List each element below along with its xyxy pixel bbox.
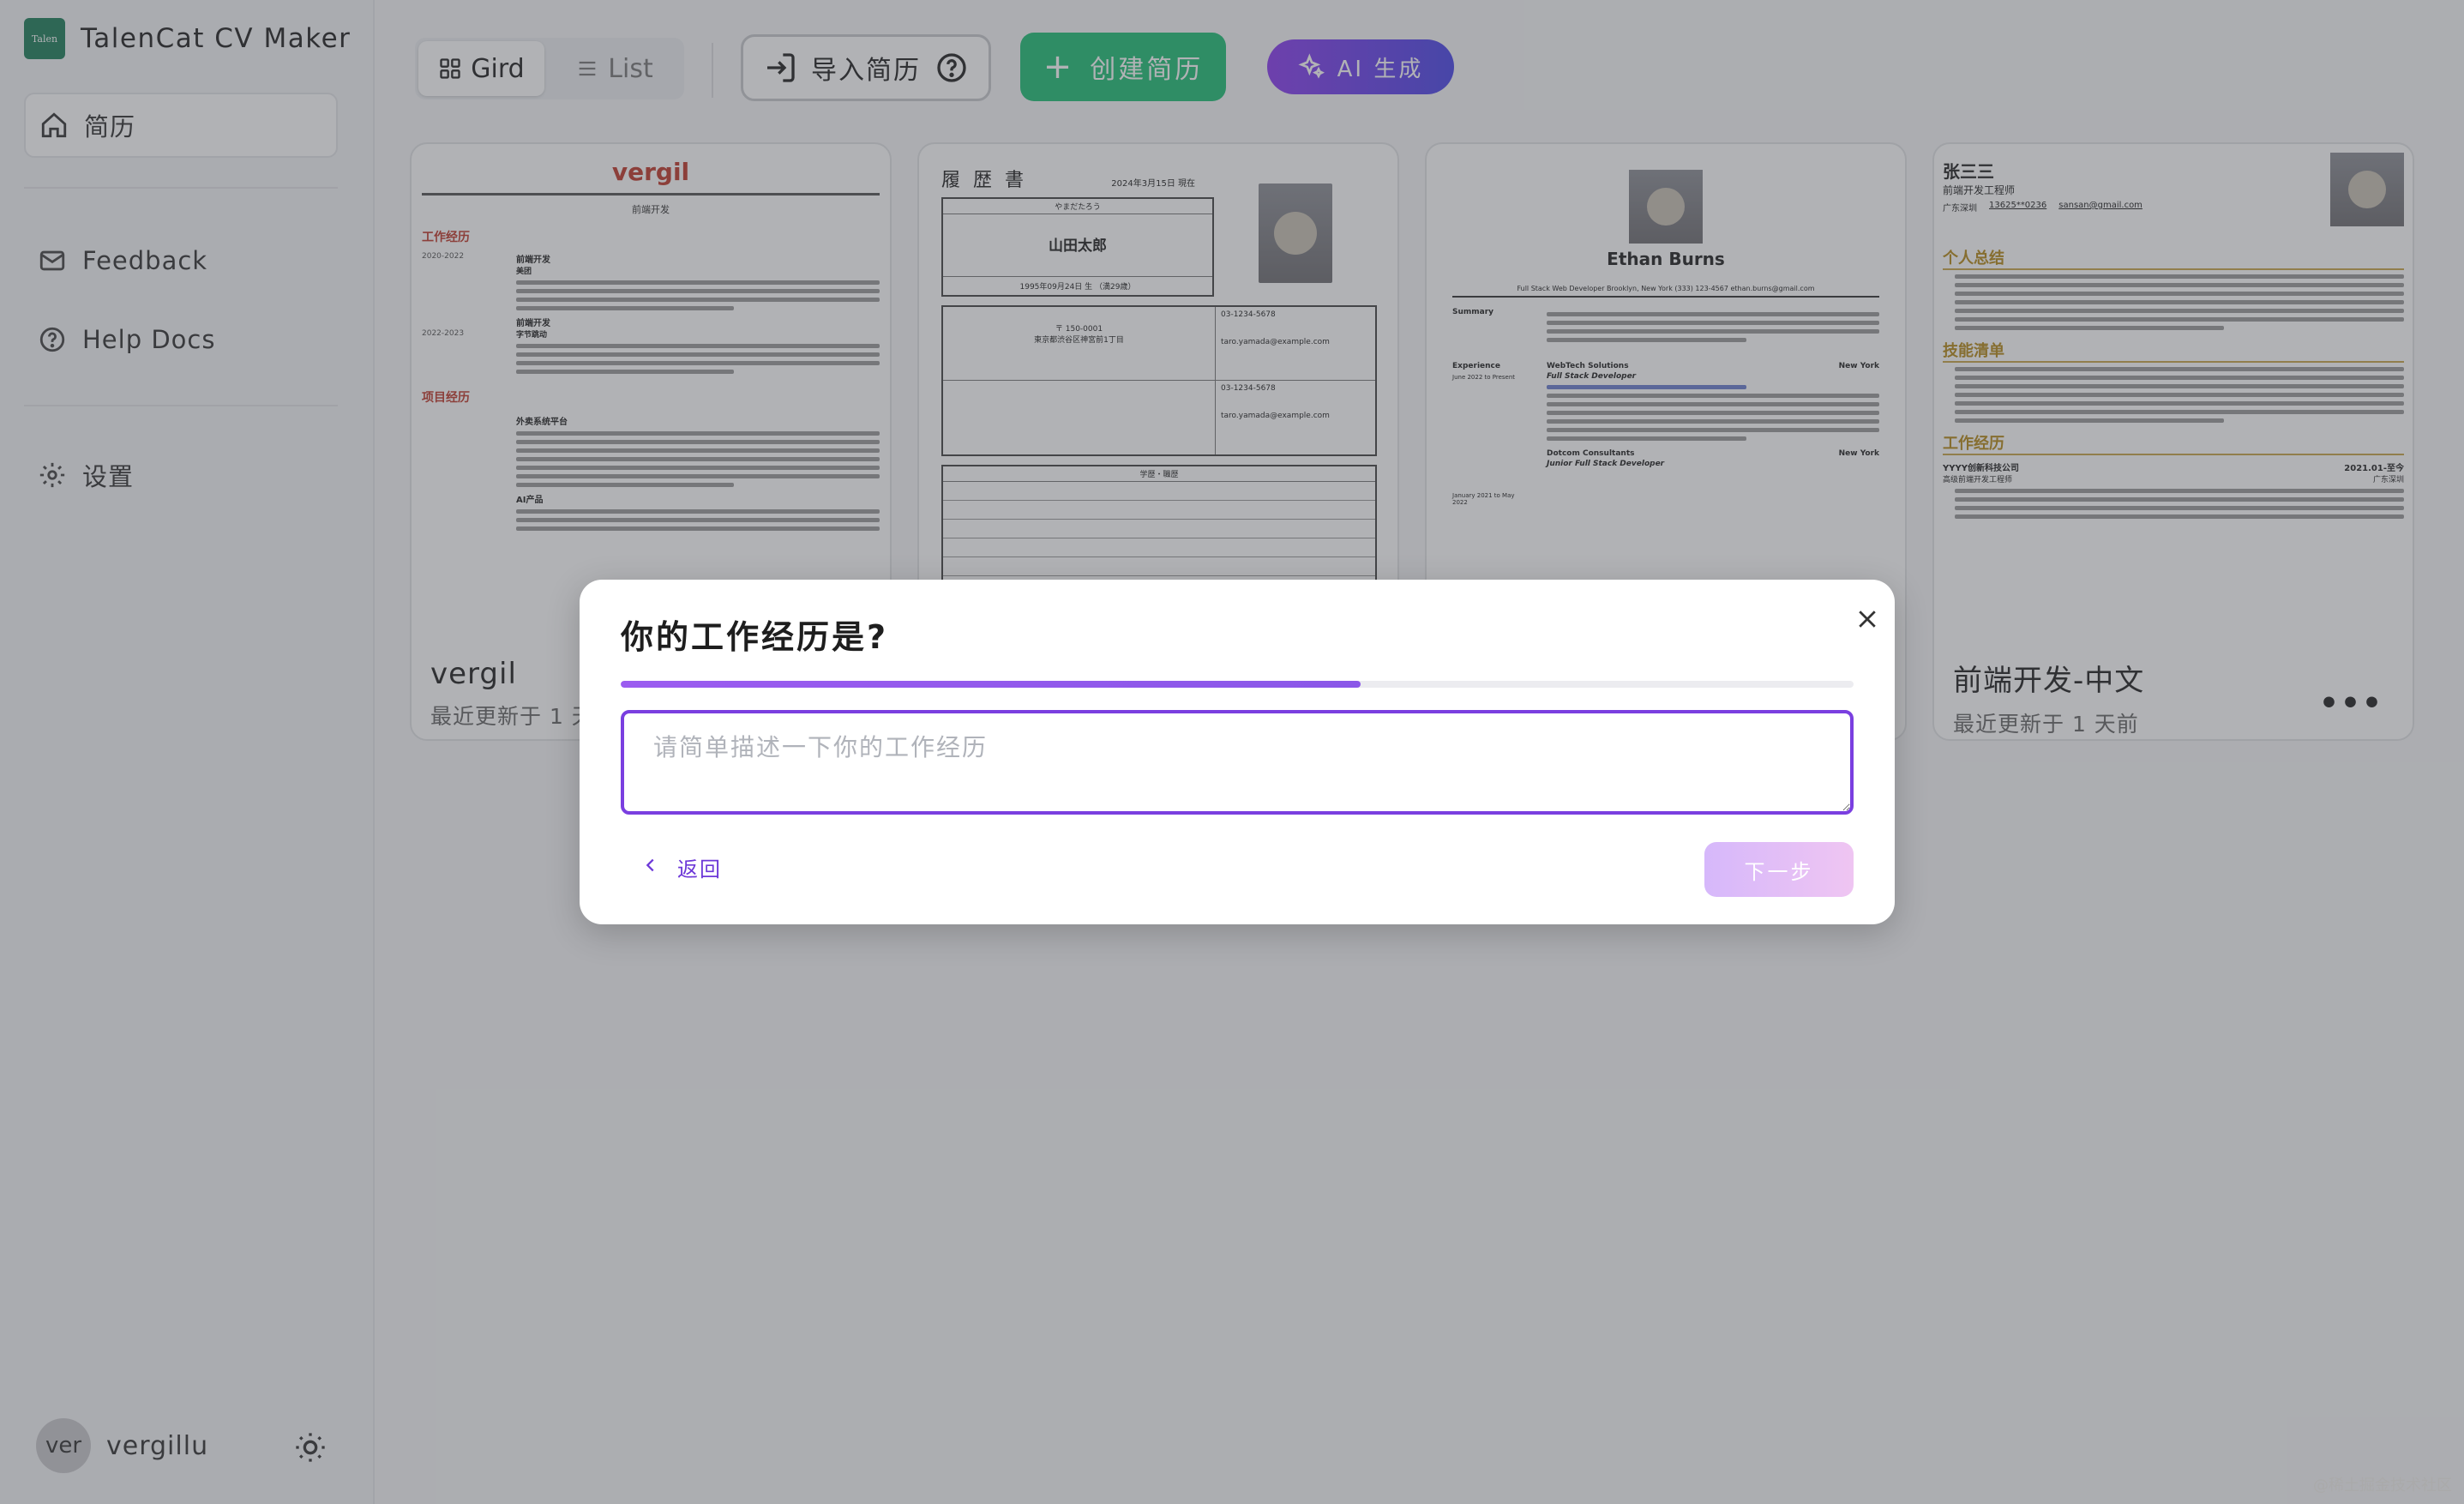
progress-bar [621,681,1854,688]
dialog-title: 你的工作经历是? [621,618,889,656]
close-icon[interactable] [1848,600,1886,638]
progress-fill [621,681,1361,688]
work-experience-dialog: 你的工作经历是? 返回 下一步 [580,580,1895,924]
work-experience-input[interactable] [621,710,1854,815]
chevron-left-icon [641,856,660,880]
back-label: 返回 [677,857,722,881]
back-button[interactable]: 返回 [641,852,722,882]
next-button[interactable]: 下一步 [1704,842,1854,897]
watermark: @稀土掘金技术社区 [2313,1477,2452,1495]
